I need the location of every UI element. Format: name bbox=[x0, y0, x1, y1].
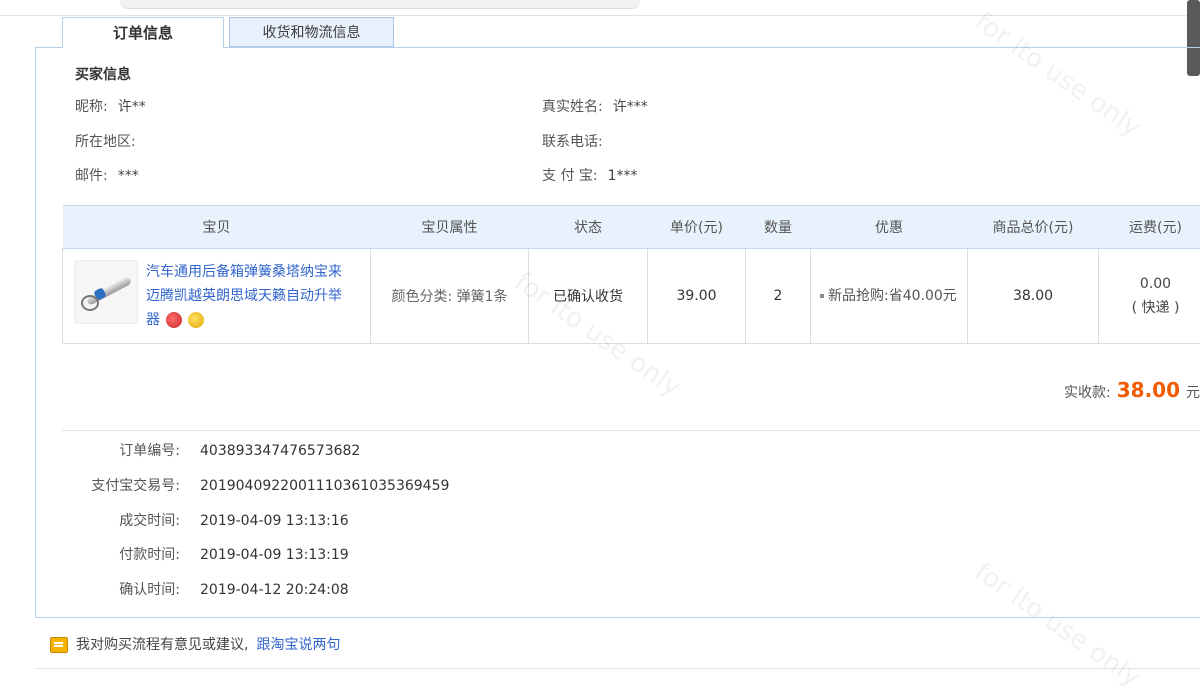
pay-time-value: 2019-04-09 13:13:19 bbox=[200, 547, 349, 563]
top-divider bbox=[0, 15, 1200, 16]
product-thumbnail[interactable] bbox=[74, 260, 138, 324]
alipay-trade-value: 2019040922001110361035369459 bbox=[200, 478, 449, 494]
actual-payment-unit: 元 bbox=[1186, 385, 1200, 401]
yellow-badge-icon[interactable] bbox=[188, 312, 204, 328]
buyer-email: 邮件: *** bbox=[75, 165, 139, 185]
red-badge-icon[interactable] bbox=[166, 312, 182, 328]
pay-time-label: 付款时间: bbox=[62, 544, 180, 564]
actual-payment: 实收款: 38.00 元 bbox=[1064, 378, 1200, 402]
cell-product: 汽车通用后备箱弹簧桑塔纳宝来迈腾凯越英朗思域天籁自动升举器 bbox=[63, 249, 371, 344]
header-shipping: 运费(元) bbox=[1099, 206, 1200, 249]
cell-qty: 2 bbox=[746, 249, 811, 344]
header-status: 状态 bbox=[529, 206, 648, 249]
header-item: 宝贝 bbox=[63, 206, 371, 249]
table-header-row: 宝贝 宝贝属性 状态 单价(元) 数量 优惠 商品总价(元) 运费(元) bbox=[63, 206, 1200, 249]
table-row: 汽车通用后备箱弹簧桑塔纳宝来迈腾凯越英朗思域天籁自动升举器 颜色分类: 弹簧1条… bbox=[63, 249, 1200, 344]
realname-label: 真实姓名: bbox=[542, 99, 603, 115]
header-price: 单价(元) bbox=[648, 206, 746, 249]
confirm-time-value: 2019-04-12 20:24:08 bbox=[200, 582, 349, 598]
buyer-alipay: 支 付 宝: 1*** bbox=[542, 165, 638, 185]
cell-price: 39.00 bbox=[648, 249, 746, 344]
email-label: 邮件: bbox=[75, 168, 108, 184]
cell-total: 38.00 bbox=[968, 249, 1099, 344]
feedback-link[interactable]: 跟淘宝说两句 bbox=[256, 637, 340, 653]
order-number-value: 403893347476573682 bbox=[200, 443, 360, 459]
region-label: 所在地区: bbox=[75, 134, 136, 150]
feedback-bar: 我对购买流程有意见或建议, 跟淘宝说两句 bbox=[50, 634, 340, 654]
shipping-type: ( 快递 ) bbox=[1100, 296, 1200, 320]
top-search-bar bbox=[120, 0, 640, 9]
buyer-realname: 真实姓名: 许*** bbox=[542, 96, 648, 116]
realname-value: 许*** bbox=[613, 99, 648, 115]
cell-shipping: 0.00( 快递 ) bbox=[1099, 249, 1200, 344]
email-value: *** bbox=[118, 168, 139, 184]
order-items-table: 宝贝 宝贝属性 状态 单价(元) 数量 优惠 商品总价(元) 运费(元) 汽车通… bbox=[62, 205, 1200, 344]
deal-time-row: 成交时间: 2019-04-09 13:13:16 bbox=[62, 510, 562, 530]
deal-time-label: 成交时间: bbox=[62, 510, 180, 530]
buyer-phone: 联系电话: bbox=[542, 131, 613, 151]
order-number-row: 订单编号: 403893347476573682 bbox=[62, 440, 562, 460]
tab-order-info[interactable]: 订单信息 bbox=[62, 17, 224, 48]
actual-payment-amount: 38.00 bbox=[1117, 378, 1180, 402]
phone-label: 联系电话: bbox=[542, 134, 603, 150]
promo-text: 新品抢购:省40.00元 bbox=[828, 288, 957, 304]
buyer-info-title: 买家信息 bbox=[75, 64, 131, 84]
confirm-time-label: 确认时间: bbox=[62, 579, 180, 599]
buyer-region: 所在地区: bbox=[75, 131, 146, 151]
section-divider bbox=[62, 430, 1200, 431]
pay-time-row: 付款时间: 2019-04-09 13:13:19 bbox=[62, 544, 562, 564]
header-qty: 数量 bbox=[746, 206, 811, 249]
bottom-divider bbox=[35, 668, 1200, 669]
tab-logistics-info[interactable]: 收货和物流信息 bbox=[229, 17, 394, 47]
feedback-text: 我对购买流程有意见或建议, bbox=[76, 637, 248, 653]
alipay-label: 支 付 宝: bbox=[542, 168, 598, 184]
cell-attr: 颜色分类: 弹簧1条 bbox=[371, 249, 529, 344]
buyer-nickname: 昵称: 许** bbox=[75, 96, 146, 116]
bullet-icon bbox=[820, 294, 824, 298]
feedback-icon bbox=[50, 637, 68, 653]
shipping-fee: 0.00 bbox=[1100, 272, 1200, 296]
confirm-time-row: 确认时间: 2019-04-12 20:24:08 bbox=[62, 579, 562, 599]
deal-time-value: 2019-04-09 13:13:16 bbox=[200, 513, 349, 529]
nickname-label: 昵称: bbox=[75, 99, 108, 115]
cell-promo: 新品抢购:省40.00元 bbox=[811, 249, 968, 344]
header-total: 商品总价(元) bbox=[968, 206, 1099, 249]
header-attr: 宝贝属性 bbox=[371, 206, 529, 249]
alipay-trade-label: 支付宝交易号: bbox=[62, 475, 180, 495]
actual-payment-label: 实收款: bbox=[1064, 385, 1111, 401]
alipay-value: 1*** bbox=[608, 168, 638, 184]
nickname-value: 许** bbox=[118, 99, 146, 115]
alipay-trade-row: 支付宝交易号: 2019040922001110361035369459 bbox=[62, 475, 562, 495]
order-number-label: 订单编号: bbox=[62, 440, 180, 460]
header-promo: 优惠 bbox=[811, 206, 968, 249]
